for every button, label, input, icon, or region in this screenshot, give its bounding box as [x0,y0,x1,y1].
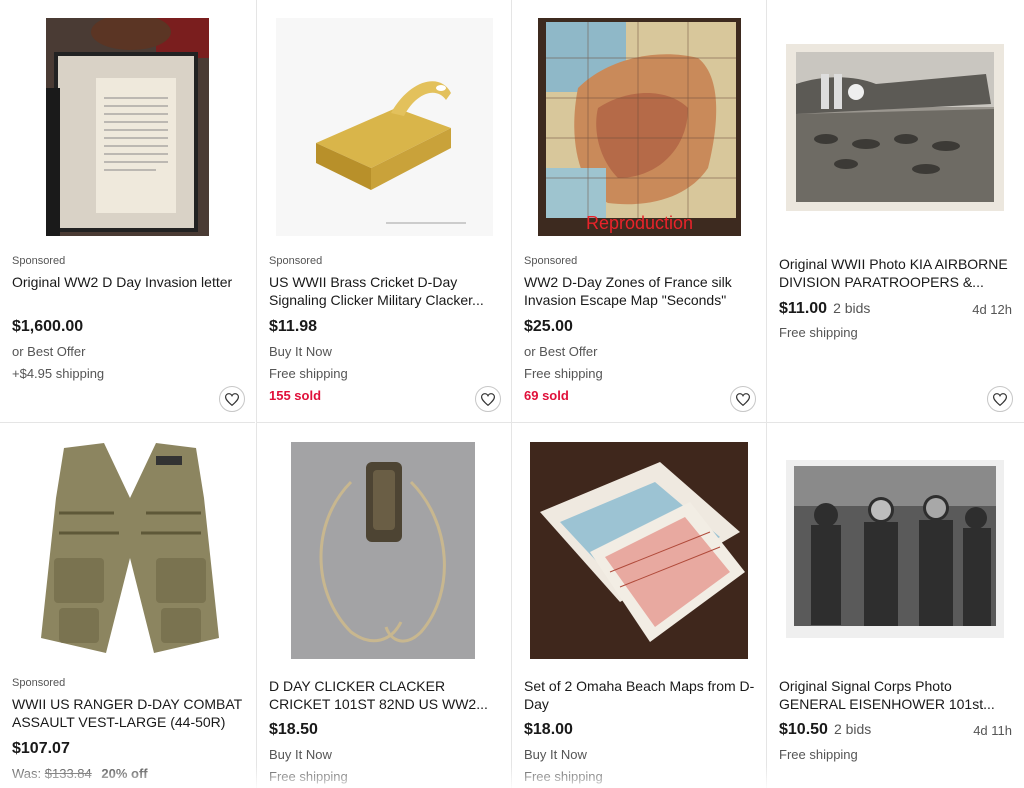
framed-letter-image[interactable] [46,18,209,236]
listing-image-container[interactable] [257,438,511,660]
time-left: 4d 12h [972,302,1012,317]
clicker-lanyard-image[interactable] [291,442,475,659]
listing-card[interactable]: Reproduction Sponsored WW2 D-Day Zones o… [511,0,766,423]
sponsored-label: Sponsored [524,255,578,267]
shipping-label: Free shipping [779,325,858,340]
discount-label: 20% off [101,766,148,781]
listing-image-container[interactable] [512,438,766,660]
listing-price: $1,600.00 [12,318,84,335]
listing-price-bids: $10.50 2 bids [779,721,871,739]
heart-icon [481,392,495,406]
listing-image-container[interactable] [767,438,1024,660]
heart-icon [993,392,1007,406]
listing-grid: Sponsored Original WW2 D Day Invasion le… [0,0,1024,788]
shipping-label: Free shipping [524,366,603,381]
image-overlay-text: Reproduction [585,213,694,233]
eisenhower-photo-image[interactable] [786,460,1004,638]
listing-card[interactable]: Sponsored US WWII Brass Cricket D-Day Si… [256,0,511,423]
listing-price: $11.00 [779,300,828,317]
listing-card[interactable]: Set of 2 Omaha Beach Maps from D-Day $18… [511,423,766,788]
listing-price: $10.50 [779,721,828,738]
listing-title[interactable]: Set of 2 Omaha Beach Maps from D-Day [524,677,756,713]
listing-card[interactable]: Original WWII Photo KIA AIRBORNE DIVISIO… [766,0,1024,423]
listing-price: $18.00 [524,721,573,738]
sold-count: 69 sold [524,388,569,403]
listing-title[interactable]: Original WW2 D Day Invasion letter [12,273,245,291]
sold-count: 155 sold [269,388,322,403]
listing-image-container[interactable]: Reproduction [512,0,766,240]
buy-it-now-label: Buy It Now [269,344,332,359]
shipping-label: Free shipping [269,366,348,381]
bid-count: 2 bids [833,721,872,737]
bid-count: 2 bids [833,300,871,316]
heart-icon [225,392,239,406]
buy-it-now-label: Buy It Now [269,747,332,762]
listing-title[interactable]: D DAY CLICKER CLACKER CRICKET 101ST 82ND… [269,677,501,713]
france-map-image[interactable]: Reproduction [538,18,741,236]
listing-card[interactable]: Original Signal Corps Photo GENERAL EISE… [766,423,1024,788]
listing-card[interactable]: Sponsored Original WW2 D Day Invasion le… [0,0,255,423]
listing-image-container[interactable] [0,438,255,660]
listing-title[interactable]: WW2 D-Day Zones of France silk Invasion … [524,273,756,309]
listing-title[interactable]: WWII US RANGER D-DAY COMBAT ASSAULT VEST… [12,695,245,731]
listing-title[interactable]: Original Signal Corps Photo GENERAL EISE… [779,677,1014,713]
sponsored-label: Sponsored [269,255,323,267]
omaha-maps-image[interactable] [530,442,748,659]
was-price-line: Was: $133.84 20% off [12,766,148,781]
time-left: 4d 11h [973,723,1012,738]
sponsored-label: Sponsored [12,677,66,689]
shipping-label: +$4.95 shipping [12,366,105,381]
glider-photo-image[interactable] [786,44,1004,211]
shipping-label: Free shipping [524,769,603,784]
listing-title[interactable]: Original WWII Photo KIA AIRBORNE DIVISIO… [779,255,1014,291]
listing-price-bids: $11.00 2 bids [779,300,870,318]
listing-price: $25.00 [524,318,573,335]
sponsored-label: Sponsored [12,255,66,267]
buy-it-now-label: Buy It Now [524,747,587,762]
listing-price: $107.07 [12,740,70,757]
brass-cricket-image[interactable] [276,18,493,236]
shipping-label: Free shipping [269,769,348,784]
watch-heart-button[interactable] [987,386,1013,412]
heart-icon [736,392,750,406]
watch-heart-button[interactable] [219,386,245,412]
shipping-label: Free shipping [779,747,858,762]
listing-price: $11.98 [269,318,318,335]
combat-vest-image[interactable] [34,438,226,660]
listing-card[interactable]: D DAY CLICKER CLACKER CRICKET 101ST 82ND… [256,423,511,788]
listing-title[interactable]: US WWII Brass Cricket D-Day Signaling Cl… [269,273,501,309]
best-offer-label: or Best Offer [12,344,86,359]
listing-image-container[interactable] [257,0,511,240]
listing-price: $18.50 [269,721,318,738]
was-price: $133.84 [44,766,92,781]
listing-image-container[interactable] [0,0,255,240]
listing-card[interactable]: Sponsored WWII US RANGER D-DAY COMBAT AS… [0,423,255,788]
best-offer-label: or Best Offer [524,344,598,359]
watch-heart-button[interactable] [730,386,756,412]
listing-image-container[interactable] [767,0,1024,240]
watch-heart-button[interactable] [475,386,501,412]
was-label: Was: [12,766,42,781]
